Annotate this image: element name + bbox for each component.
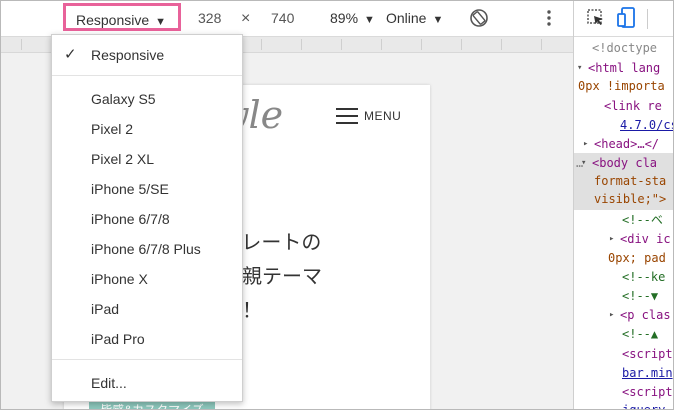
dropdown-item-edit[interactable]: Edit... [52,371,242,395]
dom-node-text: <link re [604,99,662,113]
zoom-select[interactable]: 89% ▼ [330,1,375,36]
dom-node-text: <!--▲ [622,327,659,341]
dropdown-item-label: iPhone X [91,271,148,287]
dom-node-text: bar.min [622,366,673,380]
dropdown-item-responsive[interactable]: ✓ Responsive [52,43,242,67]
more-options-icon[interactable] [539,8,559,28]
checkmark-icon: ✓ [64,46,77,63]
inspect-element-icon[interactable] [586,8,606,28]
device-toolbar: Responsive ▼ 328 × 740 89% ▼ Online ▼ [1,1,573,37]
dropdown-item-label: iPad [91,301,120,317]
dropdown-item-label: Pixel 2 [91,121,134,137]
width-input[interactable]: 328 [198,1,221,36]
dom-node-text: <script [622,385,673,399]
dom-node-text: <head>…</ [594,137,660,151]
dropdown-item-label: iPhone 6/7/8 Plus [91,241,201,257]
hamburger-menu-icon[interactable] [336,107,358,125]
collapsed-triangle-icon[interactable]: ▸ [609,306,614,325]
elements-toolbar [574,1,673,37]
caret-down-icon: ▼ [432,14,444,26]
zoom-label: 89% [330,10,359,26]
dropdown-item-device[interactable]: Pixel 2 XL [52,147,242,171]
dom-node-text: 0px !importa [578,79,665,93]
device-toolbar-icon[interactable] [617,7,637,29]
device-select-label: Responsive [76,12,150,28]
collapsed-triangle-icon[interactable]: ▸ [583,135,588,154]
caret-down-icon: ▼ [155,16,167,28]
dimension-separator: × [241,10,251,27]
dropdown-item-device[interactable]: iPhone 6/7/8 Plus [52,237,242,261]
network-label: Online [386,10,427,26]
dropdown-item-label: Galaxy S5 [91,91,156,107]
category-tag[interactable]: 皆感&カスタマイズ [89,401,215,409]
dom-node-text: format-sta [594,174,667,188]
dom-node-text: <!doctype [592,41,658,55]
dom-node-text: <!--ke [622,270,666,284]
dom-node-text: <!--▼ [622,289,659,303]
dropdown-item-label: Edit... [91,375,127,391]
dom-node-text: <div ic [620,232,671,246]
menu-label[interactable]: MENU [364,109,401,123]
dropdown-item-device[interactable]: iPhone X [52,267,242,291]
dropdown-item-label: iPhone 6/7/8 [91,211,170,227]
dropdown-item-device[interactable]: iPhone 6/7/8 [52,207,242,231]
height-input[interactable]: 740 [271,1,294,36]
collapsed-triangle-icon[interactable]: ▸ [609,230,614,249]
network-throttle-select[interactable]: Online ▼ [386,1,443,36]
device-select[interactable]: Responsive ▼ [63,3,181,31]
dom-node-text: <script [622,347,673,361]
rotate-icon[interactable] [469,8,489,28]
dom-node-text: jquery. [622,401,673,409]
toolbar-divider [647,9,648,29]
expanded-triangle-icon[interactable]: ▾ [577,59,582,78]
dom-node-text: <!--ベ [622,213,663,227]
dropdown-separator [52,359,242,360]
dom-node-text: visible;"> [594,192,667,206]
dropdown-item-label: Responsive [91,47,165,63]
dom-node-text: 4.7.0/cs [620,118,674,132]
dropdown-item-device[interactable]: Galaxy S5 [52,87,242,111]
dropdown-item-label: iPhone 5/SE [91,181,169,197]
dropdown-item-device[interactable]: Pixel 2 [52,117,242,141]
device-dropdown-menu: ✓ Responsive Galaxy S5 Pixel 2 Pixel 2 X… [51,34,243,402]
dom-node-text: <body cla [592,156,658,170]
elements-panel: <!doctype ▾ <html lang 0px !importa <link re… [573,1,674,409]
dropdown-item-device[interactable]: iPad Pro [52,327,242,351]
caret-down-icon: ▼ [364,14,375,26]
dom-node-text: 0px; pad [608,251,666,265]
devtools-window: Responsive ▼ 328 × 740 89% ▼ Online ▼ yl… [0,0,674,410]
dropdown-item-device[interactable]: iPad [52,297,242,321]
dropdown-item-device[interactable]: iPhone 5/SE [52,177,242,201]
dropdown-separator [52,75,242,76]
dom-node-text: <p clas [620,308,671,322]
device-mode-pane: Responsive ▼ 328 × 740 89% ▼ Online ▼ yl… [1,1,573,409]
expanded-triangle-icon[interactable]: ▾ [581,154,586,173]
dom-node-text: <html lang [588,61,661,75]
dropdown-item-label: iPad Pro [91,331,145,347]
dropdown-item-label: Pixel 2 XL [91,151,155,167]
